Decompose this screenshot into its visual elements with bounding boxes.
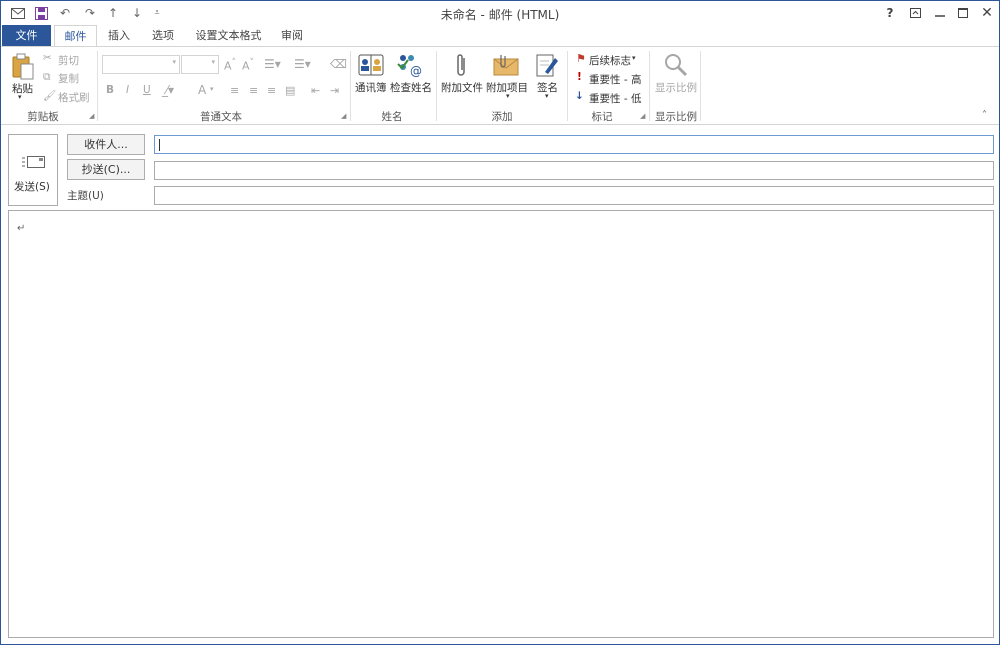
text-cursor bbox=[159, 139, 160, 151]
group-label-include: 添加 bbox=[491, 111, 513, 123]
group-separator bbox=[700, 51, 701, 121]
decrease-indent-icon[interactable]: ⇤ bbox=[311, 84, 320, 97]
check-names-button[interactable]: 检查姓名 bbox=[390, 80, 432, 95]
highlight-icon[interactable]: ⁄̲▾ bbox=[166, 83, 174, 97]
maximize-icon[interactable] bbox=[952, 4, 974, 22]
bullets-icon[interactable]: ☰▾ bbox=[264, 57, 281, 71]
tags-launcher-icon[interactable]: ◢ bbox=[640, 112, 648, 120]
address-book-button[interactable]: 通讯簿 bbox=[355, 80, 387, 95]
tab-review[interactable]: 审阅 bbox=[274, 25, 310, 46]
outlook-message-window: ↶ ↷ ↑ ↓ ⩡ 未命名 - 邮件 (HTML) ? ✕ 文件 邮件 插入 选… bbox=[0, 0, 1000, 645]
attach-file-button[interactable]: 附加文件 bbox=[441, 80, 483, 95]
signature-icon[interactable] bbox=[534, 51, 560, 79]
to-button[interactable]: 收件人... bbox=[67, 134, 145, 155]
follow-up-button[interactable]: 后续标志 bbox=[589, 53, 631, 68]
minimize-icon[interactable] bbox=[929, 4, 951, 22]
tab-insert[interactable]: 插入 bbox=[101, 25, 137, 46]
align-center-icon[interactable]: ≡ bbox=[249, 84, 258, 97]
paste-dropdown-icon[interactable]: ▾ bbox=[18, 93, 22, 101]
grow-font-icon[interactable]: A˄ bbox=[224, 57, 236, 73]
check-names-icon[interactable]: @ bbox=[397, 52, 423, 78]
high-importance-button[interactable]: 重要性 - 高 bbox=[589, 72, 641, 87]
paperclip-icon[interactable] bbox=[450, 51, 472, 79]
cc-button[interactable]: 抄送(C)... bbox=[67, 159, 145, 180]
ribbon: 粘贴 ▾ ✂ 剪切 ⧉ 复制 🖌 格式刷 剪贴板 ◢ ▾ ▾ A˄ A˅ ☰▾ … bbox=[1, 46, 999, 125]
format-painter-icon: 🖌 bbox=[43, 90, 57, 102]
close-icon[interactable]: ✕ bbox=[976, 4, 998, 22]
ribbon-display-icon[interactable] bbox=[904, 4, 926, 22]
group-label-tags: 标记 bbox=[591, 111, 613, 123]
copy-icon: ⧉ bbox=[43, 71, 51, 83]
help-button[interactable]: ? bbox=[879, 4, 901, 22]
send-icon bbox=[22, 154, 46, 170]
low-importance-icon: ↓ bbox=[575, 90, 584, 102]
clear-formatting-icon[interactable]: ⌫ bbox=[330, 57, 347, 71]
numbering-icon[interactable]: ☰▾ bbox=[294, 57, 311, 71]
send-button[interactable]: 发送(S) bbox=[8, 134, 58, 206]
cut-button[interactable]: 剪切 bbox=[58, 53, 79, 68]
collapse-ribbon-icon[interactable]: ˄ bbox=[982, 110, 987, 121]
group-separator bbox=[97, 51, 98, 121]
font-color-dropdown-icon[interactable]: ▾ bbox=[210, 85, 214, 93]
cc-field[interactable] bbox=[154, 161, 994, 180]
italic-button[interactable]: I bbox=[126, 84, 129, 96]
bold-button[interactable]: B bbox=[106, 84, 114, 96]
tab-options[interactable]: 选项 bbox=[144, 25, 182, 46]
follow-up-dropdown-icon[interactable]: ▾ bbox=[632, 54, 636, 62]
font-size-combo[interactable]: ▾ bbox=[181, 55, 219, 74]
zoom-icon[interactable] bbox=[662, 51, 690, 79]
justify-icon[interactable]: ▤ bbox=[285, 84, 295, 97]
address-book-icon[interactable] bbox=[358, 52, 384, 78]
font-color-button[interactable]: A bbox=[198, 83, 206, 97]
tab-message[interactable]: 邮件 bbox=[54, 25, 97, 47]
window-title: 未命名 - 邮件 (HTML) bbox=[440, 8, 560, 22]
low-importance-button[interactable]: 重要性 - 低 bbox=[589, 91, 641, 106]
svg-text:@: @ bbox=[410, 64, 422, 78]
increase-indent-icon[interactable]: ⇥ bbox=[330, 84, 339, 97]
tab-format-text[interactable]: 设置文本格式 bbox=[190, 25, 267, 46]
group-separator bbox=[649, 51, 650, 121]
tab-file[interactable]: 文件 bbox=[2, 25, 51, 46]
paste-button[interactable]: 粘贴 bbox=[12, 81, 33, 96]
format-painter-button[interactable]: 格式刷 bbox=[58, 90, 90, 105]
group-separator bbox=[567, 51, 568, 121]
signature-dropdown-icon[interactable]: ▾ bbox=[545, 92, 549, 100]
attach-item-icon[interactable] bbox=[492, 52, 520, 78]
font-name-combo[interactable]: ▾ bbox=[102, 55, 180, 74]
subject-field[interactable] bbox=[154, 186, 994, 205]
paragraph-mark: ↵ bbox=[17, 223, 26, 234]
group-label-names: 姓名 bbox=[381, 111, 403, 123]
align-right-icon[interactable]: ≡ bbox=[267, 84, 276, 97]
message-body[interactable]: ↵ bbox=[8, 210, 994, 638]
high-importance-icon: ! bbox=[577, 71, 582, 83]
subject-label: 主题(U) bbox=[67, 190, 104, 202]
copy-button[interactable]: 复制 bbox=[58, 71, 79, 86]
zoom-button[interactable]: 显示比例 bbox=[655, 80, 697, 95]
group-label-zoom: 显示比例 bbox=[655, 111, 697, 123]
group-label-basic-text: 普通文本 bbox=[200, 111, 242, 123]
to-field[interactable] bbox=[154, 135, 994, 154]
group-separator bbox=[350, 51, 351, 121]
paste-icon[interactable] bbox=[10, 52, 36, 82]
send-label: 发送(S) bbox=[14, 181, 50, 193]
align-left-icon[interactable]: ≡ bbox=[230, 84, 239, 97]
basic-text-launcher-icon[interactable]: ◢ bbox=[341, 112, 349, 120]
shrink-font-icon[interactable]: A˅ bbox=[242, 57, 254, 73]
scissors-icon: ✂ bbox=[43, 52, 52, 64]
flag-icon: ⚑ bbox=[576, 52, 586, 65]
ribbon-tabs: 文件 邮件 插入 选项 设置文本格式 审阅 bbox=[1, 25, 999, 47]
underline-button[interactable]: U bbox=[143, 84, 151, 96]
clipboard-launcher-icon[interactable]: ◢ bbox=[89, 112, 97, 120]
attach-item-dropdown-icon[interactable]: ▾ bbox=[506, 92, 510, 100]
title-bar: ↶ ↷ ↑ ↓ ⩡ 未命名 - 邮件 (HTML) ? ✕ bbox=[1, 1, 999, 25]
group-separator bbox=[436, 51, 437, 121]
group-label-clipboard: 剪贴板 bbox=[27, 111, 59, 123]
